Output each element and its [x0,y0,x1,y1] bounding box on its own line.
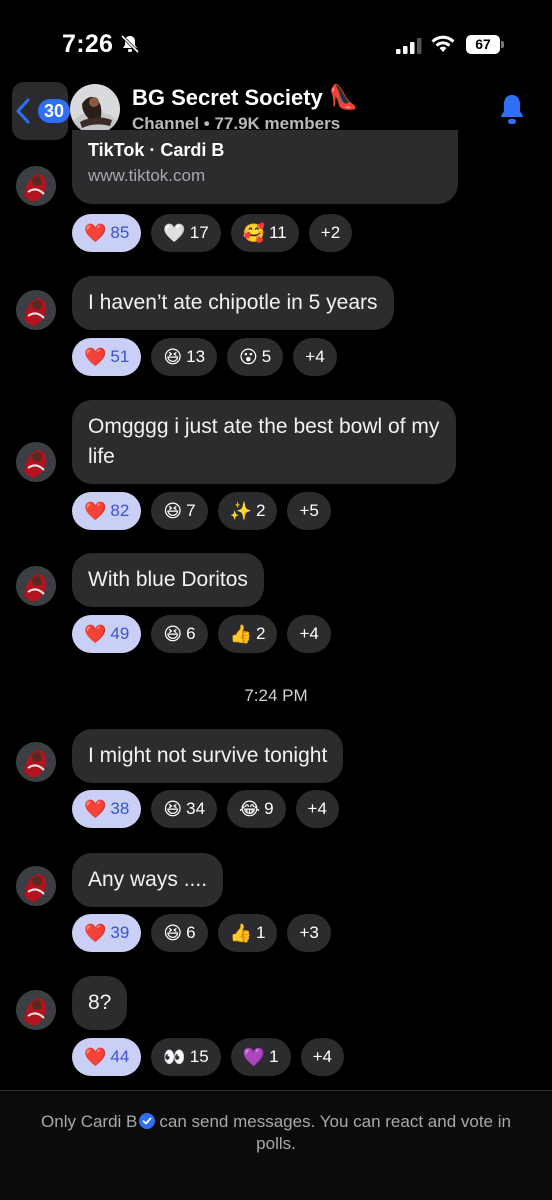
notification-bell-icon[interactable] [496,92,528,126]
message-bubble[interactable]: Any ways .... [72,853,224,907]
reaction-sparkles[interactable]: ✨ 2 [217,492,278,530]
reaction-more[interactable]: +4 [300,1038,344,1076]
reaction-thumbs-up[interactable]: 👍 1 [217,914,278,952]
battery-icon: 67 [466,35,504,54]
reaction-heart[interactable]: ❤️ 82 [72,492,142,530]
notice-prefix: Only Cardi B [41,1112,138,1131]
message-bubble[interactable]: With blue Doritos [72,553,264,607]
status-time: 7:26 [62,30,114,58]
reaction-surprised[interactable]: 😮 5 [227,338,284,376]
reaction-bar: ❤️ 82 😆 7 ✨ 2 +5 [72,492,331,530]
reaction-heart[interactable]: ❤️ 51 [72,338,142,376]
reaction-heart[interactable]: ❤️ 38 [72,790,142,828]
reaction-eyes[interactable]: 👀 15 [151,1038,221,1076]
sender-avatar[interactable] [16,442,56,482]
channel-avatar[interactable] [70,84,120,134]
reaction-tears-of-joy[interactable]: 😂 9 [227,790,286,828]
verified-badge-icon [139,1113,156,1129]
link-preview-url: www.tiktok.com [88,166,206,185]
cellular-signal-icon [396,38,422,54]
reaction-bar: ❤️ 85 🤍 17 🥰 11 +2 [72,214,353,252]
reaction-laughing[interactable]: 😆 34 [151,790,218,828]
reaction-bar: ❤️ 49 😆 6 👍 2 +4 [72,615,331,653]
reaction-bar: ❤️ 44 👀 15 💜 1 +4 [72,1038,344,1076]
sender-avatar[interactable] [16,166,56,206]
reaction-more[interactable]: +4 [295,790,339,828]
notice-suffix: can send messages. You can react and vot… [159,1112,511,1153]
link-preview-card[interactable]: TikTok · Cardi B www.tiktok.com [72,130,458,204]
reaction-more[interactable]: +4 [293,338,337,376]
channel-footer: Only Cardi B can send messages. You can r… [0,1090,552,1200]
high-heel-emoji: 👠 [328,84,359,111]
reaction-white-heart[interactable]: 🤍 17 [151,214,221,252]
reaction-purple-heart[interactable]: 💜 1 [230,1038,291,1076]
reaction-heart[interactable]: ❤️ 49 [72,615,142,653]
silent-mode-icon [120,34,140,54]
reaction-more[interactable]: +4 [287,615,331,653]
reaction-laughing[interactable]: 😆 7 [151,492,208,530]
message-bubble[interactable]: Omgggg i just ate the best bowl of my li… [72,400,456,484]
reaction-smiling-hearts[interactable]: 🥰 11 [230,214,299,252]
sender-avatar[interactable] [16,566,56,606]
reaction-bar: ❤️ 39 😆 6 👍 1 +3 [72,914,331,952]
status-bar: 7:26 67 [0,0,552,78]
chevron-left-icon [16,98,30,124]
reaction-laughing[interactable]: 😆 13 [151,338,218,376]
reaction-heart[interactable]: ❤️ 39 [72,914,142,952]
wifi-icon [431,35,455,52]
reaction-more[interactable]: +3 [287,914,331,952]
reaction-heart[interactable]: ❤️ 85 [72,214,142,252]
battery-level: 67 [466,35,500,54]
sender-avatar[interactable] [16,866,56,906]
sender-avatar[interactable] [16,990,56,1030]
reaction-laughing[interactable]: 😆 6 [151,914,208,952]
link-preview-title: TikTok · Cardi B [88,140,225,160]
reaction-bar: ❤️ 51 😆 13 😮 5 +4 [72,338,337,376]
message-bubble[interactable]: 8? [72,976,128,1030]
message-timestamp: 7:24 PM [244,686,308,705]
reaction-more[interactable]: +5 [287,492,331,530]
reaction-thumbs-up[interactable]: 👍 2 [217,615,278,653]
channel-name: BG Secret Society [132,85,323,110]
reaction-more[interactable]: +2 [308,214,353,252]
reaction-bar: ❤️ 38 😆 34 😂 9 +4 [72,790,339,828]
reaction-heart[interactable]: ❤️ 44 [72,1038,142,1076]
permission-notice: Only Cardi B can send messages. You can r… [40,1111,512,1155]
message-bubble[interactable]: I haven’t ate chipotle in 5 years [72,276,394,330]
back-button[interactable]: 30 [12,82,71,140]
message-bubble[interactable]: I might not survive tonight [72,729,344,783]
sender-avatar[interactable] [16,290,56,330]
channel-title[interactable]: BG Secret Society 👠 [132,84,361,112]
sender-avatar[interactable] [16,742,56,782]
reaction-laughing[interactable]: 😆 6 [151,615,208,653]
unread-count-badge: 30 [38,99,71,123]
